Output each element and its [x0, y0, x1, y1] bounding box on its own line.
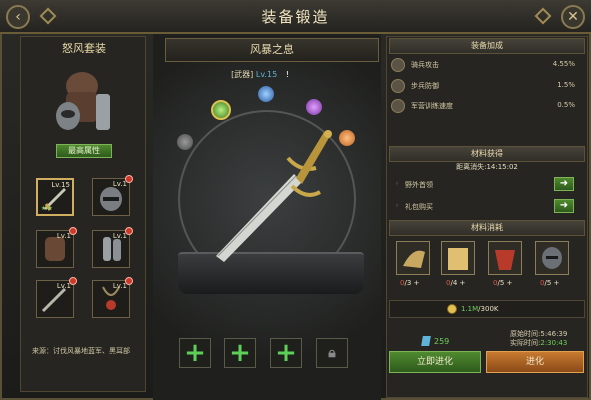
- gem-purple-icon[interactable]: [306, 99, 322, 115]
- socket-add-button[interactable]: +: [270, 338, 302, 368]
- material-slot[interactable]: [396, 241, 430, 275]
- max-attr-button[interactable]: 最高属性: [56, 144, 112, 158]
- gold-coin-icon: [447, 304, 457, 314]
- window-title: 装备锻造: [261, 8, 330, 26]
- material-slot[interactable]: [488, 241, 522, 275]
- material-count: 0/4 +: [446, 279, 466, 287]
- gem-empty-icon[interactable]: [177, 134, 193, 150]
- clock-icon: [391, 99, 405, 113]
- title-bar: ‹ 装备锻造 ✕: [0, 0, 591, 34]
- notice-dot: [69, 227, 77, 235]
- equip-slot-helmet[interactable]: Lv.1: [92, 175, 133, 216]
- add-material-button[interactable]: +: [507, 279, 513, 287]
- source-text: 来源：讨伐风暴地蓝军、黑耳部: [32, 347, 130, 355]
- set-name: 怒风套装: [62, 42, 106, 55]
- go-arrow-button[interactable]: ➜: [554, 177, 574, 191]
- material-count: 0/3 +: [400, 279, 420, 287]
- notice-dot: [125, 227, 133, 235]
- equip-slot-offhand[interactable]: Lv.1: [36, 277, 77, 318]
- info-icon[interactable]: !: [286, 70, 289, 79]
- item-name: 风暴之息: [165, 38, 379, 62]
- time-info: 原始时间:5:46:39 实际时间:2:30:43: [510, 330, 568, 347]
- obtain-header: 材料获得: [389, 146, 585, 162]
- instant-evolve-button[interactable]: 立即进化: [389, 351, 481, 373]
- countdown-label: 距离消失:14:15:02: [456, 163, 518, 171]
- socket-add-button[interactable]: +: [224, 338, 256, 368]
- add-material-button[interactable]: +: [414, 279, 420, 287]
- gold-amount: 1.1M/300K: [461, 305, 499, 313]
- bonus-header: 装备加成: [389, 38, 585, 54]
- notice-dot: [125, 175, 133, 183]
- armor-set-image: [46, 62, 118, 138]
- bonus-row: 步兵防御 1.5%: [391, 77, 583, 95]
- add-material-button[interactable]: +: [460, 279, 466, 287]
- gem-green-icon[interactable]: [211, 100, 231, 120]
- evolve-button[interactable]: 进化: [486, 351, 584, 373]
- add-material-button[interactable]: +: [554, 279, 560, 287]
- material-count: 0/5 +: [540, 279, 560, 287]
- go-arrow-button[interactable]: ➜: [554, 199, 574, 213]
- close-button[interactable]: ✕: [561, 5, 585, 29]
- equip-slot-amulet[interactable]: Lv.1: [92, 277, 133, 318]
- shield-icon: [391, 79, 405, 93]
- material-slot[interactable]: [535, 241, 569, 275]
- item-type-level: [武器] Lv.15 !: [200, 69, 320, 80]
- equip-slot-armor[interactable]: Lv.1: [36, 227, 77, 268]
- sword-image: [216, 130, 332, 262]
- item-type: [武器]: [231, 70, 254, 79]
- notice-dot: [125, 277, 133, 285]
- gem-count: 259: [434, 337, 450, 346]
- item-level: Lv.15: [255, 70, 278, 79]
- socket-add-button[interactable]: +: [179, 338, 211, 368]
- ornament-icon: [534, 7, 552, 25]
- material-count: 0/5 +: [493, 279, 513, 287]
- back-button[interactable]: ‹: [6, 5, 30, 29]
- consume-header: 材料消耗: [389, 220, 585, 236]
- notice-dot: [69, 277, 77, 285]
- gem-blue-icon[interactable]: [258, 86, 274, 102]
- equip-slot-weapon[interactable]: Lv.15 ★★: [36, 178, 74, 216]
- equip-slot-gauntlet[interactable]: Lv.1: [92, 227, 133, 268]
- lock-icon: 🔒︎: [316, 338, 348, 368]
- sword-icon: [391, 58, 405, 72]
- ornament-icon: [39, 7, 57, 25]
- bonus-row: 骑兵攻击 4.55%: [391, 56, 583, 74]
- material-slot[interactable]: [441, 241, 475, 275]
- bonus-row: 军营训练速度 0.5%: [391, 97, 583, 115]
